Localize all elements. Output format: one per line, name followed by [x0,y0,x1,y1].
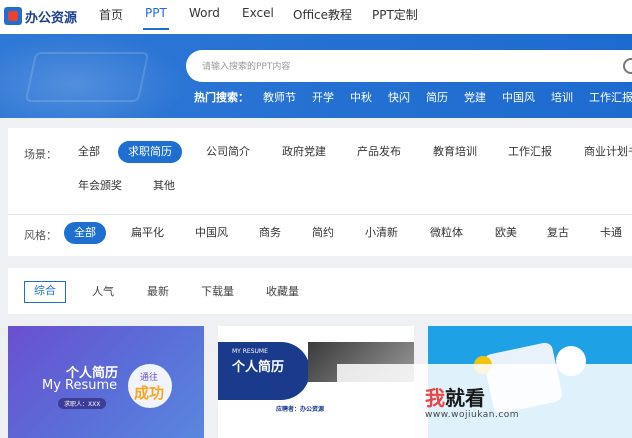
card-subtitle: My Resume [42,378,118,393]
card-footer: 应聘者：办公资源 [276,406,325,413]
scene-label: 场景： [24,148,57,161]
watermark-title-rest: 就看 [445,386,485,410]
watermark: 我就看 www.wojiukan.com [337,364,632,438]
sort-newest[interactable]: 最新 [147,282,169,302]
card-title: 个人简历 [232,360,285,375]
nav-ppt[interactable]: PPT [145,6,167,20]
hot-keyword[interactable]: 开学 [312,89,334,105]
nav-excel[interactable]: Excel [242,6,274,20]
hot-keyword[interactable]: 中国风 [502,89,535,105]
scene-option[interactable]: 产品发布 [357,141,401,163]
scene-option[interactable]: 公司简介 [206,141,250,163]
sort-comprehensive[interactable]: 综合 [24,281,66,303]
style-option[interactable]: 中国风 [195,222,228,244]
badge-text-main: 成功 [134,384,165,402]
search-input[interactable] [200,50,584,84]
nav-active-indicator [143,28,169,30]
hot-search-label: 热门搜索： [194,91,249,104]
style-label: 风格： [24,229,57,242]
style-option[interactable]: 欧美 [495,222,517,244]
card-kicker: MY RESUME [232,348,268,355]
scene-option-selected[interactable]: 求职简历 [118,141,182,163]
sort-bar: 综合 人气 最新 下载量 收藏量 [8,268,632,314]
template-card[interactable]: 个人简历 My Resume 通往 成功 求职人：XXX [8,326,204,438]
logo-icon [4,7,22,25]
search-icon[interactable] [623,58,632,74]
hot-keyword[interactable]: 简历 [426,89,448,105]
nav-ppt-custom[interactable]: PPT定制 [372,6,418,23]
nav-word[interactable]: Word [189,6,220,20]
filter-divider [8,214,632,215]
watermark-title-first: 我 [425,386,445,410]
sort-downloads[interactable]: 下载量 [201,282,234,302]
sort-popularity[interactable]: 人气 [92,282,114,302]
hot-keyword[interactable]: 党建 [464,89,486,105]
style-option[interactable]: 复古 [547,222,569,244]
filter-panel: 场景： 全部 求职简历 公司简介 政府党建 产品发布 教育培训 工作汇报 商业计… [8,128,632,256]
sort-favorites[interactable]: 收藏量 [266,282,299,302]
style-option[interactable]: 小清新 [365,222,398,244]
hot-keyword[interactable]: 培训 [551,89,573,105]
hot-keyword[interactable]: 中秋 [350,89,372,105]
nav-office-tutorial[interactable]: Office教程 [293,6,352,23]
scene-option[interactable]: 政府党建 [282,141,326,163]
style-option[interactable]: 扁平化 [131,222,164,244]
style-option[interactable]: 商务 [259,222,281,244]
style-option[interactable]: 卡通 [600,222,622,244]
logo-text: 办公资源 [25,10,78,26]
search-banner: 热门搜索： 教师节 开学 中秋 快闪 简历 党建 中国风 培训 工作汇报 [0,34,632,118]
style-option[interactable]: 简约 [312,222,334,244]
site-logo[interactable]: 办公资源 [4,5,77,27]
card-tag: 求职人：XXX [58,398,107,409]
hot-keyword[interactable]: 快闪 [388,89,410,105]
watermark-title: 我就看 [425,382,485,411]
scene-option[interactable]: 年会颁奖 [78,175,122,197]
scene-option[interactable]: 商业计划书 [584,141,632,163]
watermark-url: www.wojiukan.com [425,410,520,420]
scene-option[interactable]: 全部 [78,141,100,163]
style-option[interactable]: 微粒体 [430,222,463,244]
scene-option[interactable]: 工作汇报 [508,141,552,163]
hot-searches: 热门搜索： 教师节 开学 中秋 快闪 简历 党建 中国风 培训 工作汇报 [194,89,632,105]
nav-home[interactable]: 首页 [99,6,123,23]
search-box [186,50,632,84]
hot-keyword[interactable]: 教师节 [263,89,296,105]
hot-keyword[interactable]: 工作汇报 [589,89,632,105]
style-option-selected[interactable]: 全部 [64,222,106,244]
banner-book-decoration [24,52,150,102]
scene-option[interactable]: 教育培训 [433,141,477,163]
top-nav: 办公资源 首页 PPT Word Excel Office教程 PPT定制 [0,0,632,34]
scene-option[interactable]: 其他 [153,175,175,197]
